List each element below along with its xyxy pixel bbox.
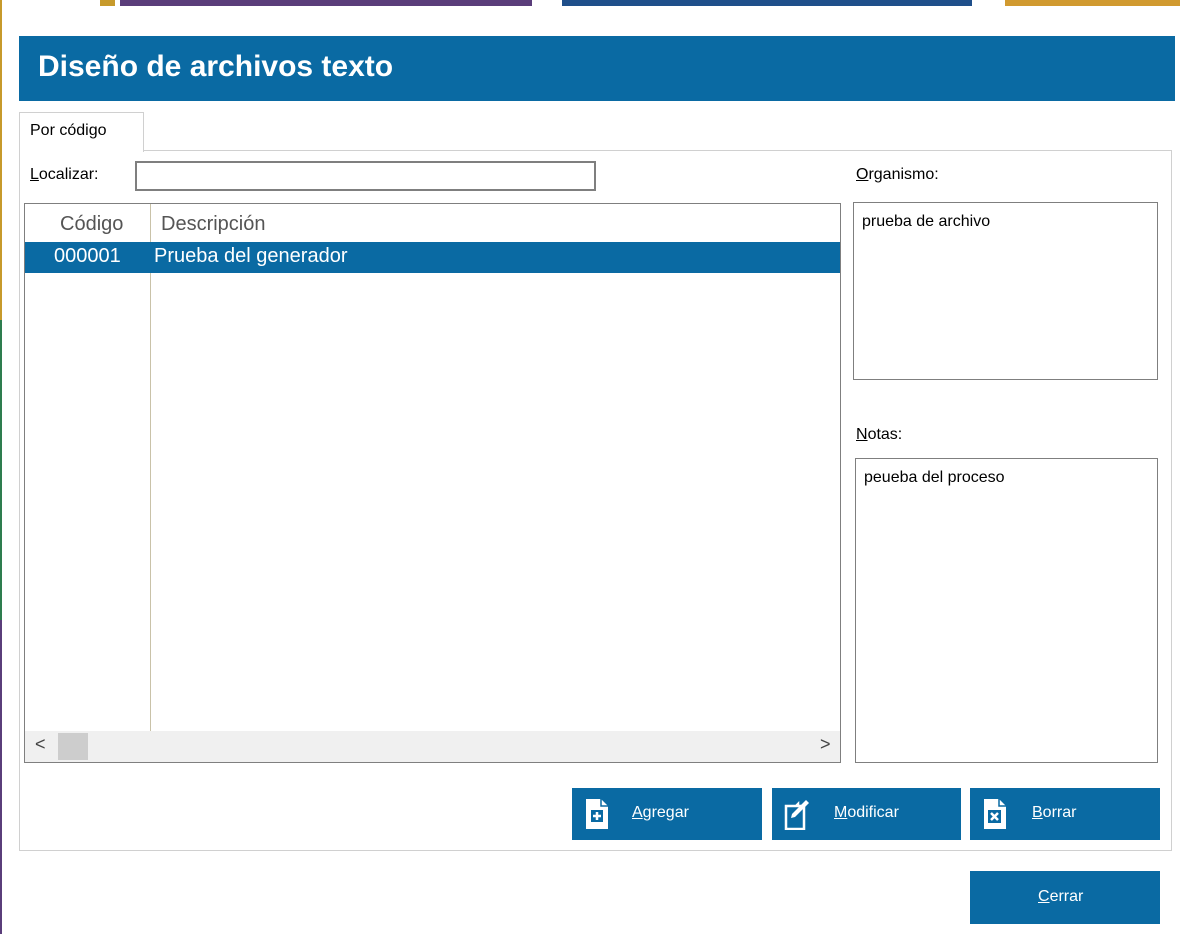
organismo-label: Organismo: [856,166,939,183]
tab-por-codigo[interactable]: Por código [19,112,144,152]
window-header: Diseño de archivos texto [19,36,1175,101]
background-window-edge [120,0,532,6]
horizontal-scrollbar[interactable]: < > [25,731,840,762]
borrar-label: Borrar [1032,804,1077,821]
cell-descripcion: Prueba del generador [154,245,348,267]
edit-document-icon [784,800,809,830]
modificar-button[interactable]: Modificar [772,788,961,840]
background-window-edge [562,0,972,6]
scroll-right-icon[interactable]: > [820,734,831,755]
table-row[interactable]: 000001 Prueba del generador [25,242,840,273]
notas-label: Notas: [856,426,903,443]
tab-label: Por código [30,122,107,139]
scrollbar-thumb[interactable] [58,733,88,760]
window-title: Diseño de archivos texto [38,50,394,83]
search-label: Localizar: [30,166,99,183]
cerrar-button[interactable]: Cerrar [970,871,1160,924]
delete-document-icon [984,799,1006,829]
cell-codigo: 000001 [54,245,121,267]
scroll-left-icon[interactable]: < [35,734,46,755]
column-separator [150,204,151,731]
background-window-edge [0,320,2,620]
cerrar-label: Cerrar [1038,888,1084,905]
notas-field[interactable]: peueba del proceso [855,458,1158,763]
agregar-button[interactable]: Agregar [572,788,762,840]
borrar-button[interactable]: Borrar [970,788,1160,840]
background-window-edge [0,0,2,320]
background-window-edge [100,0,115,6]
column-header-codigo[interactable]: Código [60,213,123,236]
column-header-descripcion[interactable]: Descripción [161,213,265,236]
records-grid[interactable]: Código Descripción 000001 Prueba del gen… [24,203,841,763]
agregar-label: Agregar [632,804,689,821]
background-window-edge [0,620,2,934]
modificar-label: Modificar [834,804,899,821]
organismo-field[interactable]: prueba de archivo [853,202,1158,380]
background-window-edge [1005,0,1180,6]
search-input[interactable] [135,161,596,191]
add-document-icon [586,799,608,829]
